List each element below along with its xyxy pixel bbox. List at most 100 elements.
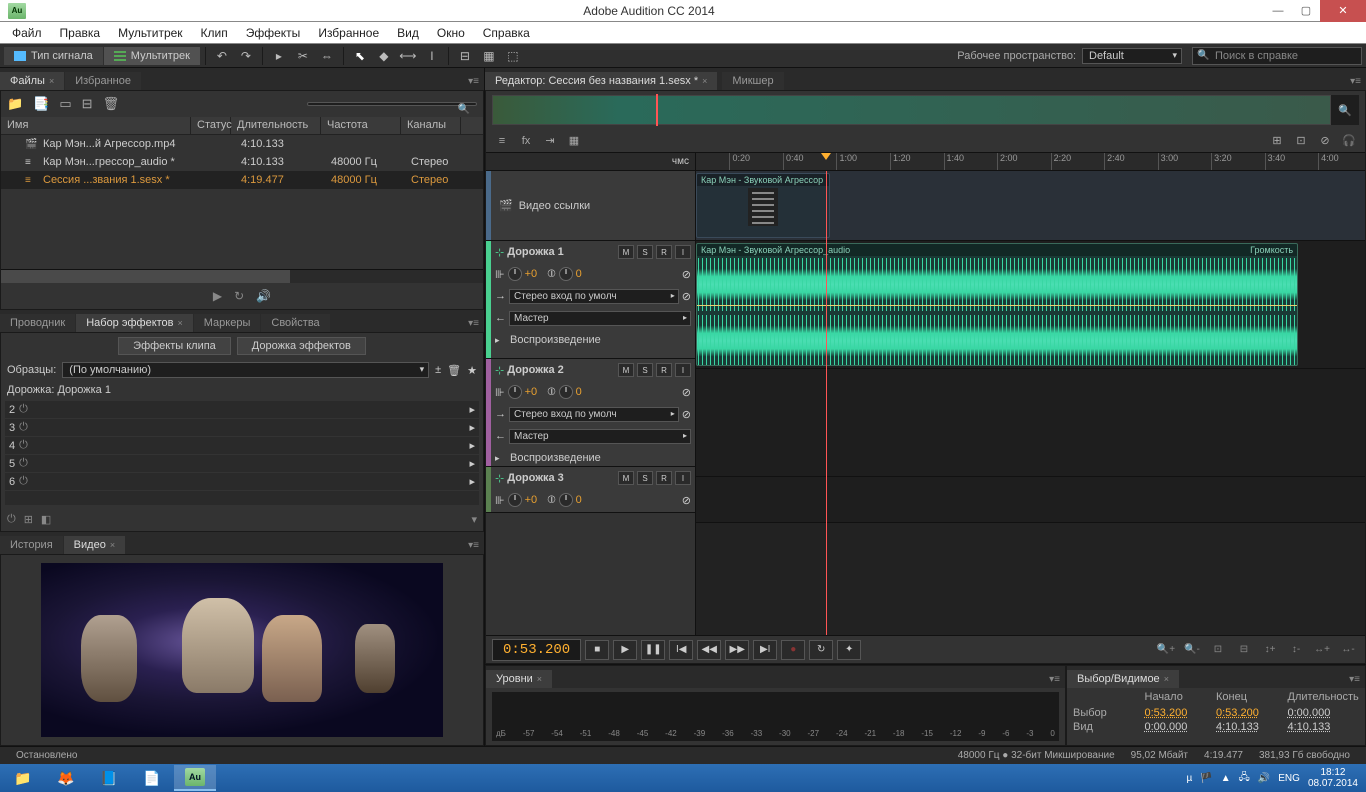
file-row[interactable]: ≡ Кар Мэн...грессор_audio * 4:10.133 480… [1,153,483,171]
history-tab[interactable]: История [0,536,63,554]
sends-icon[interactable]: ⇥ [540,132,560,150]
files-tab[interactable]: Файлы× [0,72,64,90]
app2-taskbar-icon[interactable]: 📄 [131,765,173,791]
sel-dur[interactable]: 0:00.000 [1288,707,1360,719]
power-icon[interactable]: ⏻ [19,403,33,416]
panel-menu-icon[interactable]: ▾≡ [463,315,484,332]
pan-knob[interactable] [559,493,573,507]
view-waveform-tab[interactable]: Тип сигнала [4,47,103,65]
tray-language[interactable]: ENG [1278,773,1300,784]
solo-button[interactable]: S [637,245,653,259]
files-search-input[interactable] [307,102,477,106]
pan-knob[interactable] [559,267,573,281]
video-preview[interactable] [41,563,443,737]
volume-knob[interactable] [508,267,522,281]
effect-slot[interactable]: 5⏻▸ [5,455,479,473]
monitor-button[interactable]: I [675,245,691,259]
menu-edit[interactable]: Правка [52,24,109,42]
delete-preset-icon[interactable]: 🗑 [447,364,461,377]
razor-tool-icon[interactable]: ✂ [292,46,314,66]
favorites-tab[interactable]: Избранное [65,72,141,90]
stop-button[interactable]: ■ [585,640,609,660]
pan-knob[interactable] [559,385,573,399]
zoom-out-v-icon[interactable]: ↕- [1286,641,1306,659]
panel-menu-icon[interactable]: ▾≡ [1345,73,1366,90]
audio-track-2-lane[interactable] [696,369,1365,477]
effect-slot[interactable]: 6⏻▸ [5,473,479,491]
tray-network-icon[interactable]: 🖧 [1239,770,1250,787]
fx-power-icon[interactable]: ⏻ [7,513,16,526]
volume-knob[interactable] [508,385,522,399]
selection-tab[interactable]: Выбор/Видимое× [1067,670,1179,688]
metronome-icon[interactable]: ⊘ [1315,132,1335,150]
effect-slot[interactable]: 3⏻▸ [5,419,479,437]
eq-icon[interactable]: ▦ [564,132,584,150]
tray-up-icon[interactable]: ▲ [1221,773,1231,784]
menu-multitrack[interactable]: Мультитрек [110,24,190,42]
delete-icon[interactable]: 🗑 [103,96,120,112]
power-icon[interactable]: ⏻ [19,475,33,488]
menu-effects[interactable]: Эффекты [238,24,309,42]
explorer-tab[interactable]: Проводник [0,314,75,332]
view-multitrack-tab[interactable]: Мультитрек [104,47,200,65]
pause-button[interactable]: ❚❚ [641,640,665,660]
view-start[interactable]: 0:00.000 [1145,721,1217,733]
fx-view-icon[interactable]: fx [516,132,536,150]
minimize-button[interactable]: — [1264,0,1292,22]
input-dropdown[interactable]: Стерео вход по умолч [509,407,679,422]
app-taskbar-icon[interactable]: 📘 [88,765,130,791]
audio-clip[interactable]: Кар Мэн - Звуковой Агрессор_audioГромкос… [696,243,1298,366]
menu-favorites[interactable]: Избранное [310,24,387,42]
mute-button[interactable]: M [618,245,634,259]
audio-track-1-lane[interactable]: Кар Мэн - Звуковой Агрессор_audioГромкос… [696,241,1365,369]
audio-track-3-lane[interactable] [696,477,1365,523]
output-dropdown[interactable]: Мастер [509,429,691,444]
power-icon[interactable]: ⏻ [19,439,33,452]
zoom-icon[interactable]: 🔍 [1331,95,1359,125]
overview-bar[interactable]: 🔍 [492,95,1359,125]
track-3-header[interactable]: ⊹Дорожка 3 MSRI ⊪+0 ⦶0⊘ →Стерео вход по … [486,467,695,513]
fx-toggle-icon[interactable]: ≡ [492,132,512,150]
record-button[interactable]: R [656,363,672,377]
effect-slot[interactable]: 4⏻▸ [5,437,479,455]
phase-icon[interactable]: ⊘ [682,290,691,303]
file-row[interactable]: ≡ Сессия ...звания 1.sesx * 4:19.477 480… [1,171,483,189]
view-end[interactable]: 4:10.133 [1216,721,1288,733]
output-dropdown[interactable]: Мастер [509,311,691,326]
levels-meter[interactable]: дБ-57-54-51-48-45-42-39-36-33-30-27-24-2… [492,692,1059,741]
expand-icon[interactable]: ▸ [495,335,507,346]
maximize-button[interactable]: ▢ [1292,0,1320,22]
levels-tab[interactable]: Уровни× [486,670,552,688]
record-button[interactable]: R [656,245,672,259]
go-start-button[interactable]: I◀ [669,640,693,660]
tray-flag-icon[interactable]: 🏴 [1200,773,1212,784]
close-media-icon[interactable]: ⊟ [82,96,93,112]
sel-start[interactable]: 0:53.200 [1145,707,1217,719]
new-icon[interactable]: ▭ [59,96,71,112]
zoom-out-t-icon[interactable]: ↔- [1338,641,1358,659]
open-file-icon[interactable]: 📁 [7,96,23,112]
sel-end[interactable]: 0:53.200 [1216,707,1288,719]
solo-button[interactable]: S [637,471,653,485]
properties-tab[interactable]: Свойства [261,314,329,332]
track-2-header[interactable]: ⊹Дорожка 2 MSRI ⊪+0 ⦶0⊘ →Стерео вход по … [486,359,695,467]
tool-cut-icon[interactable]: ◆ [373,46,395,66]
record-button[interactable]: ● [781,640,805,660]
zoom-out-icon[interactable]: 🔍- [1182,641,1202,659]
close-icon[interactable]: × [537,674,542,684]
rewind-button[interactable]: ◀◀ [697,640,721,660]
zoom-full-icon[interactable]: ⊡ [1208,641,1228,659]
tray-torrent-icon[interactable]: µ [1187,773,1193,784]
file-row[interactable]: 🎬 Кар Мэн...й Агрессор.mp4 4:10.133 [1,135,483,153]
volume-knob[interactable] [508,493,522,507]
menu-window[interactable]: Окно [429,24,473,42]
time-ruler[interactable]: 0:20 0:40 1:00 1:20 1:40 2:00 2:20 2:40 … [696,153,1365,170]
track-1-header[interactable]: ⊹Дорожка 1 M S R I ⊪+0 ⦶0 ⊘ →Стерео вход… [486,241,695,359]
zoom-sel-icon[interactable]: ⊟ [1234,641,1254,659]
view-dur[interactable]: 4:10.133 [1288,721,1360,733]
tool-slip-icon[interactable]: ⟷ [397,46,419,66]
panel-menu-icon[interactable]: ▾≡ [463,73,484,90]
editor-tab[interactable]: Редактор: Сессия без названия 1.sesx *× [485,72,717,90]
mute-button[interactable]: M [618,363,634,377]
save-preset-icon[interactable]: ± [435,364,441,376]
